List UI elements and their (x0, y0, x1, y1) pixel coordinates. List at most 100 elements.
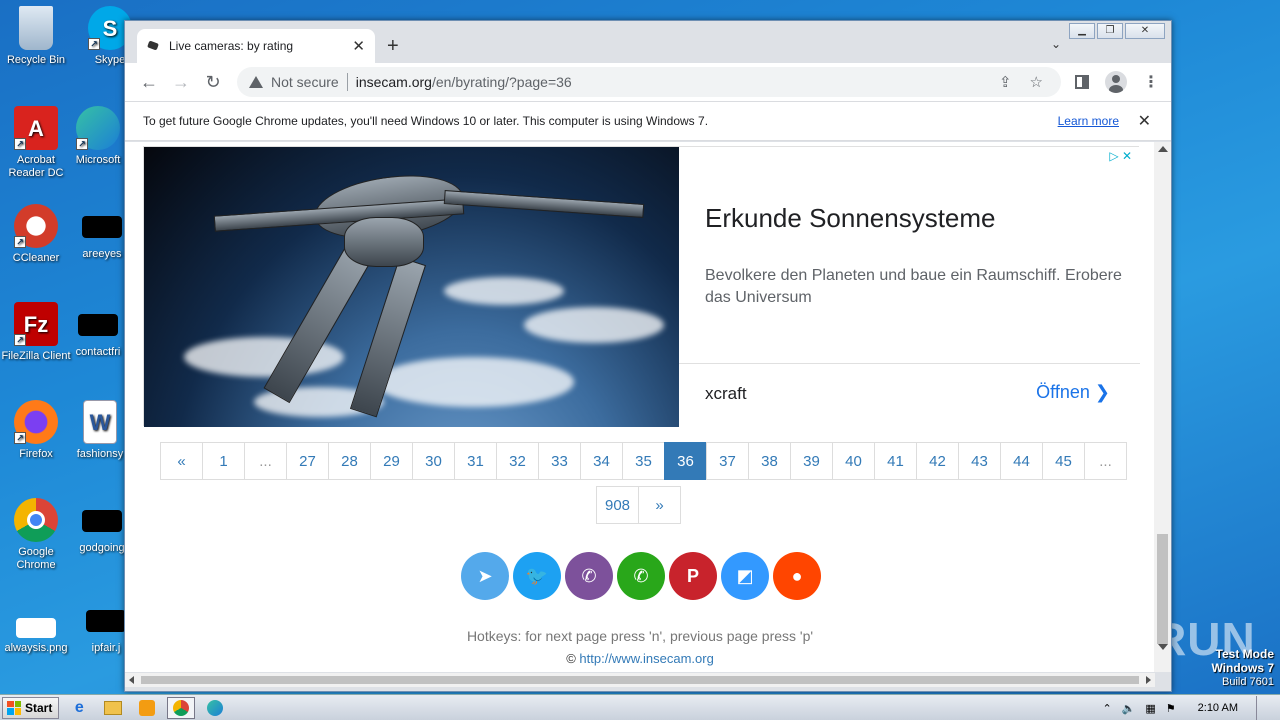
camera-favicon-icon (147, 39, 161, 53)
bookmark-star-icon[interactable]: ☆ (1030, 73, 1043, 91)
back-arrow-icon[interactable]: ← (135, 72, 163, 93)
page-link[interactable]: 40 (832, 442, 875, 480)
delicious-share-icon[interactable]: ◩ (721, 552, 769, 600)
ad-spaceship-image (144, 147, 679, 427)
page-link[interactable]: 34 (580, 442, 623, 480)
image-file-icon (16, 618, 56, 638)
page-link[interactable]: 43 (958, 442, 1001, 480)
desktop-icon-label: Skype (94, 54, 126, 66)
ad-headline[interactable]: Erkunde Sonnensysteme (705, 203, 996, 234)
page-link[interactable]: 28 (328, 442, 371, 480)
tab-title: Live cameras: by rating (169, 39, 294, 53)
scroll-left-arrow-icon[interactable] (129, 676, 134, 684)
security-status[interactable]: Not secure (271, 74, 339, 90)
taskbar-edge-icon[interactable] (201, 697, 229, 719)
page-link[interactable]: 908 (596, 486, 640, 524)
side-panel-icon[interactable] (1075, 75, 1089, 89)
copyright-symbol: © (566, 651, 576, 666)
file-thumbnail-icon (82, 510, 122, 532)
tab-live-cameras[interactable]: Live cameras: by rating ✕ (137, 29, 375, 63)
firefox-icon: ↗ (14, 400, 58, 444)
omnibox-actions: ⇪ ☆ (999, 73, 1043, 91)
insecam-link[interactable]: http://www.insecam.org (579, 651, 713, 666)
address-bar[interactable]: Not secure insecam.org/en/byrating/?page… (237, 67, 1061, 97)
taskbar-media-player-icon[interactable] (133, 697, 161, 719)
ad-choices-icon[interactable]: ▷ ✕ (1109, 149, 1132, 163)
page-link[interactable]: 29 (370, 442, 413, 480)
desktop-icon-label: contactfri (75, 346, 121, 358)
page-link[interactable]: 27 (286, 442, 329, 480)
ad-footer: xcraft Öffnen ❯ (679, 363, 1140, 427)
page-link[interactable]: 38 (748, 442, 791, 480)
hotkeys-hint: Hotkeys: for next page press 'n', previo… (466, 628, 814, 644)
scroll-down-arrow-icon[interactable] (1158, 644, 1168, 650)
whatsapp-share-icon[interactable]: ✆ (617, 552, 665, 600)
page-link[interactable]: 35 (622, 442, 665, 480)
scroll-up-arrow-icon[interactable] (1158, 146, 1168, 152)
reddit-share-icon[interactable]: ● (773, 552, 821, 600)
page-link[interactable]: 1 (202, 442, 245, 480)
desktop-icon-recycle-bin[interactable]: Recycle Bin (0, 6, 72, 67)
scrollbar-thumb[interactable] (1157, 534, 1168, 644)
advertisement[interactable]: ▷ ✕ Erkunde Sonnensysteme Bevolkere den … (143, 146, 1140, 427)
reload-icon[interactable]: ↻ (199, 72, 227, 93)
update-infobar: To get future Google Chrome updates, you… (125, 101, 1171, 141)
desktop-icon-label: godgoing (79, 542, 125, 554)
tray-expand-icon[interactable]: ⌃ (1102, 702, 1111, 715)
file-thumbnail-icon (82, 216, 122, 238)
tab-close-icon[interactable]: ✕ (352, 37, 365, 55)
menu-kebab-icon[interactable]: ⋮ (1143, 72, 1159, 92)
profile-avatar-icon[interactable] (1105, 71, 1127, 93)
page-prev-button[interactable]: « (160, 442, 203, 480)
page-link[interactable]: 36 (664, 442, 707, 480)
desktop-icon-label: CCleaner (12, 252, 60, 264)
clock[interactable]: 2:10 AM (1198, 702, 1238, 714)
infobar-close-icon[interactable]: ✕ (1138, 111, 1151, 131)
page-link[interactable]: 31 (454, 442, 497, 480)
page-ellipsis: ... (244, 442, 287, 480)
tab-search-chevron-down-icon[interactable]: ⌄ (1051, 37, 1061, 51)
new-tab-button[interactable]: + (387, 35, 399, 58)
vertical-scrollbar[interactable] (1154, 142, 1171, 672)
share-icon[interactable]: ⇪ (999, 73, 1012, 91)
learn-more-link[interactable]: Learn more (1058, 114, 1119, 128)
page-link[interactable]: 42 (916, 442, 959, 480)
share-buttons: ➤ 🐦 ✆ ✆ P ◩ ● (461, 552, 821, 600)
forward-arrow-icon[interactable]: → (167, 72, 195, 93)
desktop-icon-label: areeyes (82, 248, 122, 260)
desktop-icon-alwaysis[interactable]: alwaysis.png (0, 598, 72, 655)
desktop-icon-label: Acrobat Reader DC (8, 154, 64, 179)
twitter-share-icon[interactable]: 🐦 (513, 552, 561, 600)
page-link[interactable]: 30 (412, 442, 455, 480)
volume-icon[interactable]: 🔈 (1122, 702, 1136, 715)
taskbar-ie-icon[interactable]: e (65, 697, 93, 719)
scroll-right-arrow-icon[interactable] (1146, 676, 1151, 684)
desktop-icon-ccleaner[interactable]: ↗ CCleaner (0, 204, 72, 265)
action-center-flag-icon[interactable]: ⚑ (1166, 702, 1176, 715)
taskbar-explorer-icon[interactable] (99, 697, 127, 719)
page-link[interactable]: 41 (874, 442, 917, 480)
network-icon[interactable]: ▦ (1145, 702, 1155, 715)
warning-icon (249, 76, 263, 88)
ad-open-button[interactable]: Öffnen ❯ (1036, 382, 1110, 403)
hscrollbar-thumb[interactable] (141, 676, 1139, 684)
start-button[interactable]: Start (2, 696, 60, 719)
taskbar-chrome-icon[interactable] (167, 696, 196, 719)
desktop-icon-label: Recycle Bin (6, 54, 66, 66)
page-link[interactable]: 45 (1042, 442, 1085, 480)
desktop-icon-chrome[interactable]: Google Chrome (0, 498, 72, 572)
desktop-icon-label: alwaysis.png (4, 642, 68, 654)
page-link[interactable]: 33 (538, 442, 581, 480)
pinterest-share-icon[interactable]: P (669, 552, 717, 600)
page-link[interactable]: 37 (706, 442, 749, 480)
show-desktop-button[interactable] (1256, 696, 1270, 720)
page-link[interactable]: 44 (1000, 442, 1043, 480)
horizontal-scrollbar[interactable] (125, 673, 1155, 687)
telegram-share-icon[interactable]: ➤ (461, 552, 509, 600)
viber-share-icon[interactable]: ✆ (565, 552, 613, 600)
page-link[interactable]: 32 (496, 442, 539, 480)
infobar-message: To get future Google Chrome updates, you… (143, 114, 709, 128)
page-next-button[interactable]: » (638, 486, 682, 524)
page-link[interactable]: 39 (790, 442, 833, 480)
desktop-icon-firefox[interactable]: ↗ Firefox (0, 400, 72, 461)
